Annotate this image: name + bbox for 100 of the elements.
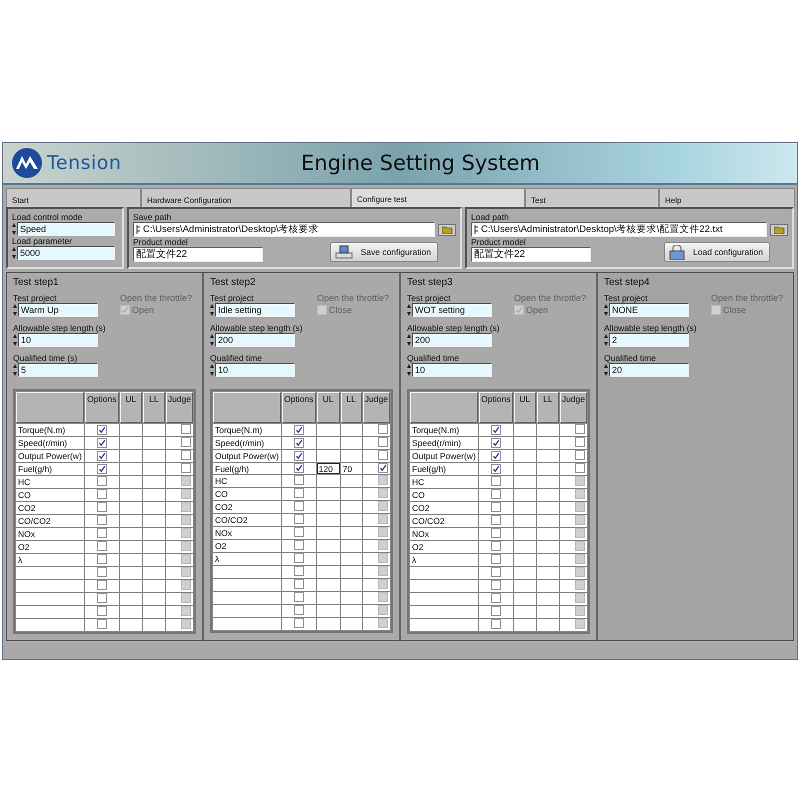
checkbox[interactable] xyxy=(490,580,501,590)
checkbox[interactable] xyxy=(96,541,107,551)
table-cell[interactable] xyxy=(340,424,362,436)
table-cell[interactable] xyxy=(120,450,142,462)
checkbox[interactable] xyxy=(294,566,304,576)
save-button[interactable]: Save configuration xyxy=(330,242,438,262)
checkbox[interactable] xyxy=(96,502,107,512)
checkbox[interactable] xyxy=(96,515,107,525)
checkbox[interactable] xyxy=(96,489,107,499)
table-cell[interactable] xyxy=(340,618,362,630)
table-cell[interactable] xyxy=(340,475,362,487)
table-cell[interactable] xyxy=(536,528,559,540)
table-cell[interactable] xyxy=(316,592,340,604)
table-cell[interactable] xyxy=(142,554,165,566)
numeric-field[interactable]: 200 xyxy=(215,333,295,347)
table-cell[interactable] xyxy=(536,463,559,475)
tab[interactable]: Start xyxy=(6,188,141,207)
table-cell[interactable] xyxy=(514,515,536,527)
table-cell[interactable] xyxy=(120,463,142,475)
table-cell[interactable] xyxy=(142,437,165,449)
browse-button[interactable] xyxy=(438,224,456,236)
checkbox[interactable] xyxy=(514,305,524,315)
table-cell[interactable]: 70 xyxy=(340,463,362,474)
checkbox[interactable] xyxy=(575,463,585,473)
checkbox[interactable] xyxy=(490,424,501,434)
table-cell[interactable] xyxy=(120,437,142,449)
checkbox[interactable] xyxy=(575,437,585,447)
tab[interactable]: Test xyxy=(525,188,659,207)
table-cell[interactable] xyxy=(514,554,536,566)
checkbox[interactable] xyxy=(294,501,304,511)
checkbox[interactable] xyxy=(294,579,304,589)
checkbox[interactable] xyxy=(294,450,304,460)
table-cell[interactable] xyxy=(120,515,142,527)
tab[interactable]: Configure test xyxy=(351,188,525,207)
table-cell[interactable] xyxy=(536,437,559,449)
table-cell[interactable] xyxy=(142,515,165,527)
checkbox[interactable] xyxy=(490,554,501,564)
numeric-field[interactable]: 5000 xyxy=(17,246,115,260)
table-cell[interactable] xyxy=(120,541,142,553)
checkbox[interactable] xyxy=(316,305,327,315)
table-cell[interactable] xyxy=(316,488,340,500)
checkbox[interactable] xyxy=(294,553,304,563)
table-cell[interactable] xyxy=(120,424,142,436)
path-field[interactable]: C:\Users\Administrator\Desktop\考核要求 xyxy=(133,222,435,237)
numeric-field[interactable]: 5 xyxy=(18,363,98,377)
table-cell[interactable] xyxy=(316,501,340,513)
table-cell[interactable] xyxy=(536,450,559,462)
checkbox[interactable] xyxy=(294,514,304,524)
checkbox[interactable] xyxy=(181,424,191,434)
checkbox[interactable] xyxy=(181,450,191,460)
table-cell[interactable]: 120 xyxy=(316,463,340,474)
checkbox[interactable] xyxy=(378,437,388,447)
table-cell[interactable] xyxy=(316,605,340,617)
table-cell[interactable] xyxy=(514,593,536,605)
checkbox[interactable] xyxy=(181,437,191,447)
checkbox[interactable] xyxy=(378,463,388,473)
table-cell[interactable] xyxy=(316,579,340,591)
table-cell[interactable] xyxy=(536,476,559,488)
table-cell[interactable] xyxy=(120,580,142,592)
table-cell[interactable] xyxy=(142,450,165,462)
table-cell[interactable] xyxy=(514,619,536,631)
checkbox[interactable] xyxy=(96,593,107,603)
checkbox[interactable] xyxy=(575,450,585,460)
table-cell[interactable] xyxy=(514,528,536,540)
table-cell[interactable] xyxy=(536,424,559,436)
numeric-field[interactable]: Warm Up xyxy=(18,303,98,317)
checkbox[interactable] xyxy=(294,618,304,628)
checkbox[interactable] xyxy=(294,438,304,448)
table-cell[interactable] xyxy=(340,527,362,539)
checkbox[interactable] xyxy=(490,502,501,512)
table-cell[interactable] xyxy=(514,541,536,553)
table-cell[interactable] xyxy=(316,618,340,630)
checkbox[interactable] xyxy=(378,450,388,460)
table-cell[interactable] xyxy=(120,567,142,579)
table-cell[interactable] xyxy=(120,554,142,566)
checkbox[interactable] xyxy=(294,488,304,498)
tab[interactable]: Help xyxy=(659,188,795,207)
checkbox[interactable] xyxy=(96,606,107,616)
table-cell[interactable] xyxy=(316,437,340,449)
table-cell[interactable] xyxy=(316,540,340,552)
numeric-field[interactable]: 200 xyxy=(412,333,492,347)
table-cell[interactable] xyxy=(142,619,165,631)
table-cell[interactable] xyxy=(514,489,536,501)
checkbox[interactable] xyxy=(490,515,501,525)
table-cell[interactable] xyxy=(142,606,165,618)
checkbox[interactable] xyxy=(294,475,304,485)
table-cell[interactable] xyxy=(120,606,142,618)
numeric-field[interactable]: 20 xyxy=(609,363,689,377)
table-cell[interactable] xyxy=(514,424,536,436)
table-cell[interactable] xyxy=(536,580,559,592)
table-cell[interactable] xyxy=(514,502,536,514)
table-cell[interactable] xyxy=(142,476,165,488)
table-cell[interactable] xyxy=(316,514,340,526)
table-cell[interactable] xyxy=(340,592,362,604)
table-cell[interactable] xyxy=(316,450,340,462)
table-cell[interactable] xyxy=(536,554,559,566)
numeric-field[interactable]: Idle setting xyxy=(215,303,295,317)
table-cell[interactable] xyxy=(316,527,340,539)
table-cell[interactable] xyxy=(536,619,559,631)
checkbox[interactable] xyxy=(490,476,501,486)
